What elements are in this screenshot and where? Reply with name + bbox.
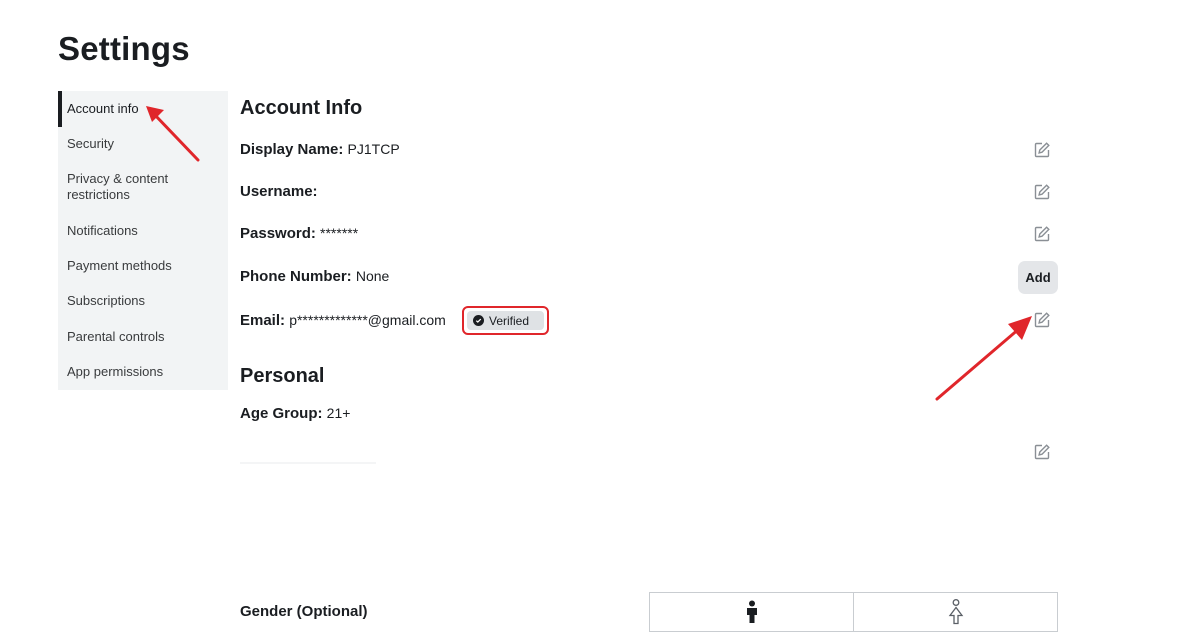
edit-display-name-icon[interactable] <box>1033 141 1051 159</box>
email-label: Email: <box>240 312 286 329</box>
phone-number-value: None <box>355 268 390 284</box>
female-icon <box>948 599 963 625</box>
gender-label: Gender (Optional) <box>240 603 368 620</box>
age-group-row: Age Group: 21+ <box>240 405 350 422</box>
account-info-heading: Account Info <box>240 97 363 119</box>
password-label: Password: <box>240 225 316 242</box>
faded-divider <box>240 462 376 464</box>
phone-number-label: Phone Number: <box>240 268 352 285</box>
edit-password-icon[interactable] <box>1033 225 1051 243</box>
verified-badge: Verified <box>467 311 544 330</box>
male-icon <box>746 600 757 623</box>
password-row: Password: ******* <box>240 225 358 242</box>
age-group-label: Age Group: <box>240 405 323 422</box>
settings-sidebar: Account info Security Privacy & content … <box>58 91 228 390</box>
phone-number-row: Phone Number: None <box>240 268 389 285</box>
email-value: p*************@gmail.com <box>289 312 446 328</box>
sidebar-item-account-info[interactable]: Account info <box>58 101 228 117</box>
page-title: Settings <box>58 30 190 67</box>
username-label: Username: <box>240 183 318 200</box>
username-row: Username: <box>240 183 318 200</box>
annotation-arrow-email-edit <box>935 316 1032 401</box>
verified-label: Verified <box>489 313 530 328</box>
edit-email-icon[interactable] <box>1033 311 1051 329</box>
display-name-label: Display Name: <box>240 141 344 158</box>
display-name-value: PJ1TCP <box>347 141 400 157</box>
edit-username-icon[interactable] <box>1033 183 1051 201</box>
sidebar-item-security[interactable]: Security <box>58 136 228 152</box>
gender-option-female[interactable] <box>853 593 1057 631</box>
sidebar-item-parental-controls[interactable]: Parental controls <box>58 329 228 345</box>
sidebar-item-privacy[interactable]: Privacy & content restrictions <box>58 171 198 203</box>
check-circle-icon <box>473 315 484 326</box>
sidebar-item-subscriptions[interactable]: Subscriptions <box>58 293 228 309</box>
sidebar-item-payment-methods[interactable]: Payment methods <box>58 258 228 274</box>
sidebar-item-app-permissions[interactable]: App permissions <box>58 364 228 380</box>
age-group-value: 21+ <box>326 405 351 421</box>
email-row: Email: p*************@gmail.com <box>240 312 446 329</box>
verified-highlight-annotation: Verified <box>462 306 549 335</box>
sidebar-item-notifications[interactable]: Notifications <box>58 223 228 239</box>
personal-heading: Personal <box>240 365 325 387</box>
password-value: ******* <box>320 225 359 241</box>
gender-row: Gender (Optional) <box>240 603 368 620</box>
gender-option-male[interactable] <box>650 593 853 631</box>
gender-toggle <box>649 592 1058 632</box>
display-name-row: Display Name: PJ1TCP <box>240 141 400 158</box>
edit-personal-icon[interactable] <box>1033 443 1051 461</box>
add-phone-button[interactable]: Add <box>1018 261 1058 294</box>
